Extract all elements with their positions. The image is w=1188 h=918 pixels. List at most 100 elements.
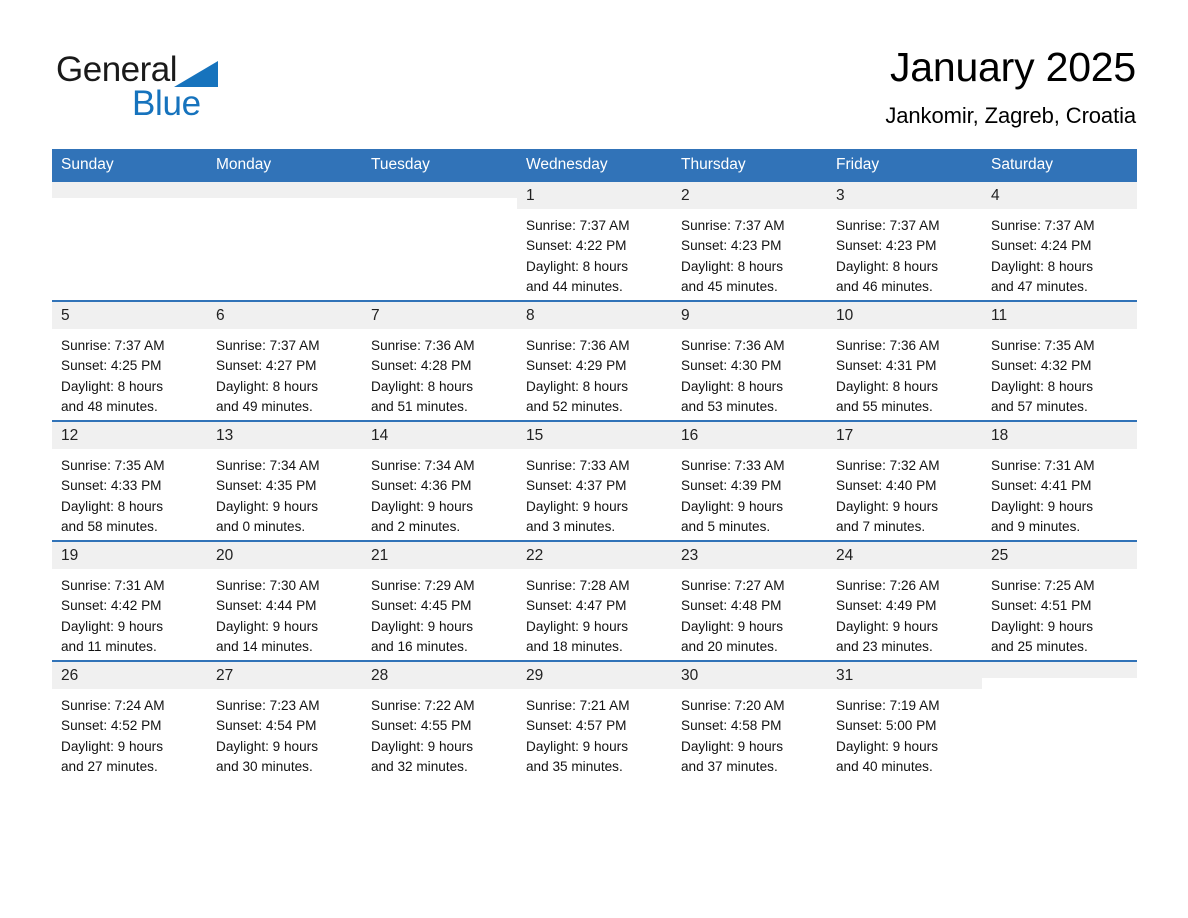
day-cell[interactable]: 23 Sunrise: 7:27 AM Sunset: 4:48 PM Dayli… [672, 540, 827, 662]
day-cell[interactable]: 25 Sunrise: 7:25 AM Sunset: 4:51 PM Dayli… [982, 540, 1137, 662]
page-title: January 2025 [889, 44, 1136, 90]
day-number: 26 [52, 662, 207, 690]
day-number: 13 [207, 422, 362, 450]
day-number: 8 [517, 302, 672, 330]
day-cell[interactable]: 14 Sunrise: 7:34 AM Sunset: 4:36 PM Dayli… [362, 420, 517, 542]
day-sun-info: Sunrise: 7:26 AM Sunset: 4:49 PM Dayligh… [836, 578, 940, 654]
weekday-header-sunday: Sunday [52, 149, 207, 183]
day-number: 12 [52, 422, 207, 450]
day-cell[interactable]: 3 Sunrise: 7:37 AM Sunset: 4:23 PM Daylig… [827, 182, 982, 302]
day-number: 25 [982, 542, 1137, 570]
day-sun-info: Sunrise: 7:22 AM Sunset: 4:55 PM Dayligh… [371, 698, 475, 774]
calendar-week-row: 19 Sunrise: 7:31 AM Sunset: 4:42 PM Dayli… [52, 540, 1137, 662]
weekday-header-wednesday: Wednesday [517, 149, 672, 183]
day-cell[interactable]: 24 Sunrise: 7:26 AM Sunset: 4:49 PM Dayli… [827, 540, 982, 662]
day-number: 4 [982, 182, 1137, 210]
day-sun-info: Sunrise: 7:36 AM Sunset: 4:29 PM Dayligh… [526, 338, 630, 414]
day-sun-info: Sunrise: 7:36 AM Sunset: 4:30 PM Dayligh… [681, 338, 785, 414]
generalblue-logo[interactable]: General Blue [56, 44, 316, 122]
day-number [207, 182, 362, 199]
day-cell[interactable]: 17 Sunrise: 7:32 AM Sunset: 4:40 PM Dayli… [827, 420, 982, 542]
day-cell[interactable]: 10 Sunrise: 7:36 AM Sunset: 4:31 PM Dayli… [827, 300, 982, 422]
day-cell[interactable]: 30 Sunrise: 7:20 AM Sunset: 4:58 PM Dayli… [672, 660, 827, 781]
day-sun-info: Sunrise: 7:20 AM Sunset: 4:58 PM Dayligh… [681, 698, 785, 774]
day-sun-info: Sunrise: 7:34 AM Sunset: 4:36 PM Dayligh… [371, 458, 475, 534]
day-cell[interactable]: 31 Sunrise: 7:19 AM Sunset: 5:00 PM Dayli… [827, 660, 982, 781]
calendar-week-row: 5 Sunrise: 7:37 AM Sunset: 4:25 PM Daylig… [52, 300, 1137, 422]
day-sun-info: Sunrise: 7:23 AM Sunset: 4:54 PM Dayligh… [216, 698, 320, 774]
day-cell[interactable]: 15 Sunrise: 7:33 AM Sunset: 4:37 PM Dayli… [517, 420, 672, 542]
day-number: 7 [362, 302, 517, 330]
day-cell[interactable]: 2 Sunrise: 7:37 AM Sunset: 4:23 PM Daylig… [672, 182, 827, 302]
day-cell[interactable]: 7 Sunrise: 7:36 AM Sunset: 4:28 PM Daylig… [362, 300, 517, 422]
day-number: 11 [982, 302, 1137, 330]
day-sun-info: Sunrise: 7:30 AM Sunset: 4:44 PM Dayligh… [216, 578, 320, 654]
weekday-header-saturday: Saturday [982, 149, 1137, 183]
day-sun-info: Sunrise: 7:24 AM Sunset: 4:52 PM Dayligh… [61, 698, 165, 774]
day-number: 22 [517, 542, 672, 570]
day-number: 20 [207, 542, 362, 570]
day-number [982, 662, 1137, 679]
calendar-week-row: 12 Sunrise: 7:35 AM Sunset: 4:33 PM Dayli… [52, 420, 1137, 542]
day-cell-empty [207, 182, 362, 302]
calendar-week-row: 1 Sunrise: 7:37 AM Sunset: 4:22 PM Daylig… [52, 182, 1137, 302]
day-number: 2 [672, 182, 827, 210]
day-sun-info: Sunrise: 7:33 AM Sunset: 4:39 PM Dayligh… [681, 458, 785, 534]
day-sun-info: Sunrise: 7:36 AM Sunset: 4:31 PM Dayligh… [836, 338, 940, 414]
day-cell[interactable]: 19 Sunrise: 7:31 AM Sunset: 4:42 PM Dayli… [52, 540, 207, 662]
day-cell[interactable]: 12 Sunrise: 7:35 AM Sunset: 4:33 PM Dayli… [52, 420, 207, 542]
calendar-table: Sunday Monday Tuesday Wednesday Thursday Frid… [52, 149, 1137, 781]
day-sun-info: Sunrise: 7:31 AM Sunset: 4:41 PM Dayligh… [991, 458, 1095, 534]
day-number [362, 182, 517, 199]
day-cell[interactable]: 8 Sunrise: 7:36 AM Sunset: 4:29 PM Daylig… [517, 300, 672, 422]
day-cell[interactable]: 21 Sunrise: 7:29 AM Sunset: 4:45 PM Dayli… [362, 540, 517, 662]
day-cell[interactable]: 27 Sunrise: 7:23 AM Sunset: 4:54 PM Dayli… [207, 660, 362, 781]
logo-text-general: General [56, 50, 178, 89]
day-sun-info: Sunrise: 7:33 AM Sunset: 4:37 PM Dayligh… [526, 458, 630, 534]
day-number [52, 182, 207, 199]
calendar-header-row: Sunday Monday Tuesday Wednesday Thursday Frid… [52, 149, 1137, 183]
location-subtitle: Jankomir, Zagreb, Croatia [885, 103, 1136, 129]
day-sun-info [52, 198, 207, 205]
day-cell[interactable]: 18 Sunrise: 7:31 AM Sunset: 4:41 PM Dayli… [982, 420, 1137, 542]
day-cell[interactable]: 11 Sunrise: 7:35 AM Sunset: 4:32 PM Dayli… [982, 300, 1137, 422]
day-sun-info: Sunrise: 7:34 AM Sunset: 4:35 PM Dayligh… [216, 458, 320, 534]
day-sun-info [207, 198, 362, 205]
day-number: 10 [827, 302, 982, 330]
day-cell[interactable]: 1 Sunrise: 7:37 AM Sunset: 4:22 PM Daylig… [517, 182, 672, 302]
day-number: 14 [362, 422, 517, 450]
day-number: 18 [982, 422, 1137, 450]
day-sun-info: Sunrise: 7:37 AM Sunset: 4:27 PM Dayligh… [216, 338, 320, 414]
day-cell[interactable]: 26 Sunrise: 7:24 AM Sunset: 4:52 PM Dayli… [52, 660, 207, 781]
day-number: 5 [52, 302, 207, 330]
day-number: 29 [517, 662, 672, 690]
day-cell[interactable]: 6 Sunrise: 7:37 AM Sunset: 4:27 PM Daylig… [207, 300, 362, 422]
day-cell[interactable]: 5 Sunrise: 7:37 AM Sunset: 4:25 PM Daylig… [52, 300, 207, 422]
day-cell[interactable]: 16 Sunrise: 7:33 AM Sunset: 4:39 PM Dayli… [672, 420, 827, 542]
page-header: General Blue January 2025 Jankomir, Zagr… [0, 0, 1188, 129]
day-sun-info: Sunrise: 7:21 AM Sunset: 4:57 PM Dayligh… [526, 698, 630, 774]
day-number: 6 [207, 302, 362, 330]
day-number: 17 [827, 422, 982, 450]
day-cell[interactable]: 22 Sunrise: 7:28 AM Sunset: 4:47 PM Dayli… [517, 540, 672, 662]
day-cell[interactable]: 28 Sunrise: 7:22 AM Sunset: 4:55 PM Dayli… [362, 660, 517, 781]
day-sun-info: Sunrise: 7:31 AM Sunset: 4:42 PM Dayligh… [61, 578, 165, 654]
day-cell-empty [52, 182, 207, 302]
day-sun-info: Sunrise: 7:35 AM Sunset: 4:33 PM Dayligh… [61, 458, 165, 534]
day-number: 3 [827, 182, 982, 210]
day-cell[interactable]: 13 Sunrise: 7:34 AM Sunset: 4:35 PM Dayli… [207, 420, 362, 542]
day-sun-info: Sunrise: 7:37 AM Sunset: 4:23 PM Dayligh… [836, 218, 940, 294]
calendar-body: 1 Sunrise: 7:37 AM Sunset: 4:22 PM Daylig… [52, 182, 1137, 781]
day-sun-info: Sunrise: 7:27 AM Sunset: 4:48 PM Dayligh… [681, 578, 785, 654]
day-cell-empty [362, 182, 517, 302]
day-number: 31 [827, 662, 982, 690]
day-sun-info: Sunrise: 7:36 AM Sunset: 4:28 PM Dayligh… [371, 338, 475, 414]
day-cell[interactable]: 20 Sunrise: 7:30 AM Sunset: 4:44 PM Dayli… [207, 540, 362, 662]
day-cell[interactable]: 9 Sunrise: 7:36 AM Sunset: 4:30 PM Daylig… [672, 300, 827, 422]
day-cell[interactable]: 29 Sunrise: 7:21 AM Sunset: 4:57 PM Dayli… [517, 660, 672, 781]
day-sun-info: Sunrise: 7:19 AM Sunset: 5:00 PM Dayligh… [836, 698, 940, 774]
calendar-week-row: 26 Sunrise: 7:24 AM Sunset: 4:52 PM Dayli… [52, 660, 1137, 781]
day-number: 30 [672, 662, 827, 690]
day-sun-info: Sunrise: 7:32 AM Sunset: 4:40 PM Dayligh… [836, 458, 940, 534]
day-cell[interactable]: 4 Sunrise: 7:37 AM Sunset: 4:24 PM Daylig… [982, 182, 1137, 302]
